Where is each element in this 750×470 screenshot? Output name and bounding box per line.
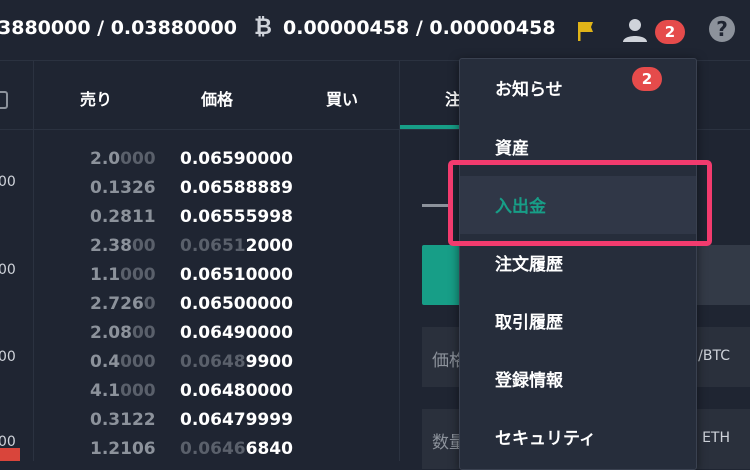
menu-item-order-history[interactable]: 注文履歴 xyxy=(495,250,563,275)
order-amount: 2.38 xyxy=(90,236,132,256)
menu-item-security[interactable]: セキュリティ xyxy=(495,424,596,449)
help-icon[interactable]: ? xyxy=(709,16,735,42)
menu-notification-badge: 2 xyxy=(632,67,662,91)
order-price: 0.06479999 xyxy=(180,410,293,430)
menu-item-trade-history[interactable]: 取引履歴 xyxy=(495,308,563,333)
order-amount: 0.1326 xyxy=(90,178,156,198)
order-row[interactable]: 1.2106 0.06466840 xyxy=(34,439,399,468)
order-amount: 0.2811 xyxy=(90,207,156,227)
red-indicator xyxy=(0,448,20,461)
order-price: 0.06590000 xyxy=(180,149,293,169)
order-row[interactable]: 2.0800 0.06490000 xyxy=(34,323,399,352)
menu-item-registration-info[interactable]: 登録情報 xyxy=(495,366,563,391)
order-amount: 0.3122 xyxy=(90,410,156,430)
order-book: 売り 価格 買い 2.0000 0.06590000 0.1326 0.0658… xyxy=(34,61,399,461)
order-amount-trailing: 000 xyxy=(120,352,156,372)
menu-item-assets[interactable]: 資産 xyxy=(495,134,529,159)
left-panel-header xyxy=(0,61,33,130)
order-price: 2000 xyxy=(245,236,293,256)
flag-icon[interactable] xyxy=(576,20,596,42)
left-value: 00 xyxy=(0,262,16,278)
account-dropdown-menu: お知らせ 2 資産 入出金 注文履歴 取引履歴 登録情報 セキュリティ xyxy=(459,58,697,470)
order-amount-trailing: 00 xyxy=(131,323,156,343)
user-icon[interactable] xyxy=(622,17,648,43)
order-row[interactable]: 0.2811 0.06555998 xyxy=(34,207,399,236)
order-amount: 0.4 xyxy=(90,352,121,372)
order-amount-trailing: 000 xyxy=(120,149,156,169)
order-amount: 4.1 xyxy=(90,381,121,401)
order-price-prefix: 0.0651 xyxy=(180,236,246,256)
order-amount-trailing: 000 xyxy=(120,265,156,285)
left-panel: 00 00 00 00 xyxy=(0,61,34,461)
order-amount: 2.08 xyxy=(90,323,132,343)
order-amount: 1.1 xyxy=(90,265,121,285)
order-amount-trailing: 0 xyxy=(143,294,156,314)
order-amount: 2.726 xyxy=(90,294,144,314)
notification-badge: 2 xyxy=(655,20,685,44)
sell-toggle-button[interactable] xyxy=(695,245,750,305)
order-row[interactable]: 0.1326 0.06588889 xyxy=(34,178,399,207)
order-amount-trailing: 000 xyxy=(120,381,156,401)
price-field-unit: /BTC xyxy=(698,348,730,364)
order-price-prefix: 0.0646 xyxy=(180,439,246,459)
bitcoin-icon: ₿ xyxy=(254,15,272,40)
checkbox-icon[interactable] xyxy=(0,91,8,109)
price-column-header: 価格 xyxy=(201,90,234,109)
rate-btc: 0.00000458 / 0.00000458 xyxy=(283,17,556,39)
highlight-annotation xyxy=(448,160,712,246)
buy-column-header: 買い xyxy=(326,90,359,109)
sell-column-header: 売り xyxy=(80,90,113,109)
quantity-field-unit: ETH xyxy=(702,430,730,446)
order-amount: 2.0 xyxy=(90,149,121,169)
order-price-prefix: 0.0648 xyxy=(180,352,246,372)
order-price: 0.06490000 xyxy=(180,323,293,343)
order-row[interactable]: 1.1000 0.06510000 xyxy=(34,265,399,294)
order-row[interactable]: 0.4000 0.06489900 xyxy=(34,352,399,381)
order-amount: 1.2106 xyxy=(90,439,156,459)
order-price: 9900 xyxy=(245,352,293,372)
order-price: 0.06555998 xyxy=(180,207,293,227)
order-amount-trailing: 00 xyxy=(131,236,156,256)
order-row[interactable]: 2.7260 0.06500000 xyxy=(34,294,399,323)
menu-item-notifications[interactable]: お知らせ xyxy=(495,75,563,100)
buy-toggle-button[interactable] xyxy=(422,245,462,305)
order-price: 0.06500000 xyxy=(180,294,293,314)
order-row[interactable]: 4.1000 0.06480000 xyxy=(34,381,399,410)
order-price: 6840 xyxy=(245,439,293,459)
top-bar: 3880000 / 0.03880000 ₿ 0.00000458 / 0.00… xyxy=(0,0,750,61)
order-price: 0.06510000 xyxy=(180,265,293,285)
order-price: 0.06480000 xyxy=(180,381,293,401)
left-value: 00 xyxy=(0,174,16,190)
rate-eth-jpy: 3880000 / 0.03880000 xyxy=(0,17,237,39)
order-row[interactable]: 2.3800 0.06512000 xyxy=(34,236,399,265)
left-value: 00 xyxy=(0,349,16,365)
order-row[interactable]: 2.0000 0.06590000 xyxy=(34,149,399,178)
order-book-header: 売り 価格 買い xyxy=(34,61,399,130)
order-row[interactable]: 0.3122 0.06479999 xyxy=(34,410,399,439)
order-price: 0.06588889 xyxy=(180,178,293,198)
